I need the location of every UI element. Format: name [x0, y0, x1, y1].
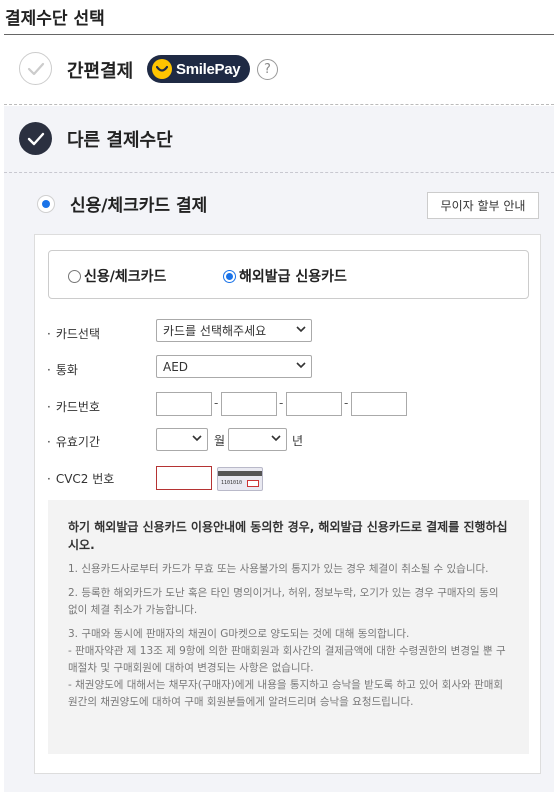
card-number-part-3[interactable]	[286, 392, 342, 416]
notice-item: 1. 신용카드사로부터 카드가 무효 또는 사용불가의 통지가 있는 경우 체결…	[68, 563, 489, 575]
card-number-separator: -	[279, 396, 284, 410]
card-back-number: 1101010	[221, 480, 243, 486]
chevron-down-icon	[192, 434, 202, 445]
radio-icon[interactable]	[68, 269, 81, 283]
notice-heading: 하기 해외발급 신용카드 이용안내에 동의한 경우, 해외발급 신용카드로 결제…	[68, 520, 508, 552]
other-payment-label: 다른 결제수단	[67, 130, 173, 151]
card-select[interactable]: 카드를 선택해주세요	[156, 319, 312, 342]
chevron-down-icon	[296, 361, 306, 372]
card-type-overseas[interactable]: 해외발급 신용카드	[223, 266, 347, 286]
currency-value: AED	[163, 359, 189, 374]
expiry-year-select[interactable]	[228, 428, 287, 451]
quick-pay-label: 간편결제	[67, 61, 134, 82]
card-method-radio[interactable]	[37, 195, 55, 213]
card-select-value: 카드를 선택해주세요	[163, 324, 267, 338]
cvc-label: · CVC2 번호	[47, 472, 115, 486]
help-icon[interactable]: ?	[257, 59, 278, 80]
card-number-part-4[interactable]	[351, 392, 407, 416]
other-payment-section: 다른 결제수단 신용/체크카드 결제 무이자 할부 안내 신용/체크카드 해외발…	[4, 106, 554, 792]
overseas-card-notice: 하기 해외발급 신용카드 이용안내에 동의한 경우, 해외발급 신용카드로 결제…	[48, 500, 529, 754]
card-type-selector: 신용/체크카드 해외발급 신용카드	[48, 250, 529, 299]
smile-face-icon	[152, 59, 172, 79]
cvc-input[interactable]	[156, 466, 212, 490]
card-number-separator: -	[214, 396, 219, 410]
expiry-label: · 유효기간	[47, 435, 100, 449]
card-number-part-2[interactable]	[221, 392, 277, 416]
notice-item: 2. 등록한 해외카드가 도난 혹은 타인 명의이거나, 허위, 정보누락, 오…	[68, 587, 499, 616]
card-type-domestic[interactable]: 신용/체크카드	[68, 266, 166, 286]
card-number-label: · 카드번호	[47, 400, 100, 414]
chevron-down-icon	[296, 325, 306, 336]
notice-item: 3. 구매와 동시에 판매자의 채권이 G마켓으로 양도되는 것에 대해 동의합…	[68, 628, 506, 708]
other-payment-option[interactable]: 다른 결제수단	[4, 106, 554, 173]
card-type-overseas-label: 해외발급 신용카드	[239, 269, 347, 285]
year-unit: 년	[292, 434, 304, 448]
currency-select[interactable]: AED	[156, 355, 312, 378]
month-unit: 월	[214, 434, 226, 448]
expiry-month-select[interactable]	[156, 428, 208, 451]
radio-selected-icon[interactable]	[223, 269, 236, 283]
quick-pay-option[interactable]: 간편결제 SmilePay ?	[4, 35, 554, 105]
currency-label: · 통화	[47, 363, 78, 377]
smilepay-logo: SmilePay	[147, 55, 250, 83]
card-select-label: · 카드선택	[47, 327, 100, 341]
chevron-down-icon	[271, 434, 281, 445]
check-circle-icon[interactable]	[19, 52, 52, 85]
card-type-domestic-label: 신용/체크카드	[84, 269, 167, 285]
card-number-part-1[interactable]	[156, 392, 212, 416]
card-number-separator: -	[344, 396, 349, 410]
card-form-panel: 신용/체크카드 해외발급 신용카드 · 카드선택 카드를 선택해주세요 · 통화 A…	[34, 234, 541, 774]
card-method-title: 신용/체크카드 결제	[70, 196, 208, 216]
installment-info-button[interactable]: 무이자 할부 안내	[427, 192, 539, 219]
check-circle-icon[interactable]	[19, 122, 52, 155]
page-title: 결제수단 선택	[5, 9, 105, 29]
smilepay-brand-text: SmilePay	[176, 60, 241, 78]
card-back-icon: 1101010	[217, 467, 263, 491]
